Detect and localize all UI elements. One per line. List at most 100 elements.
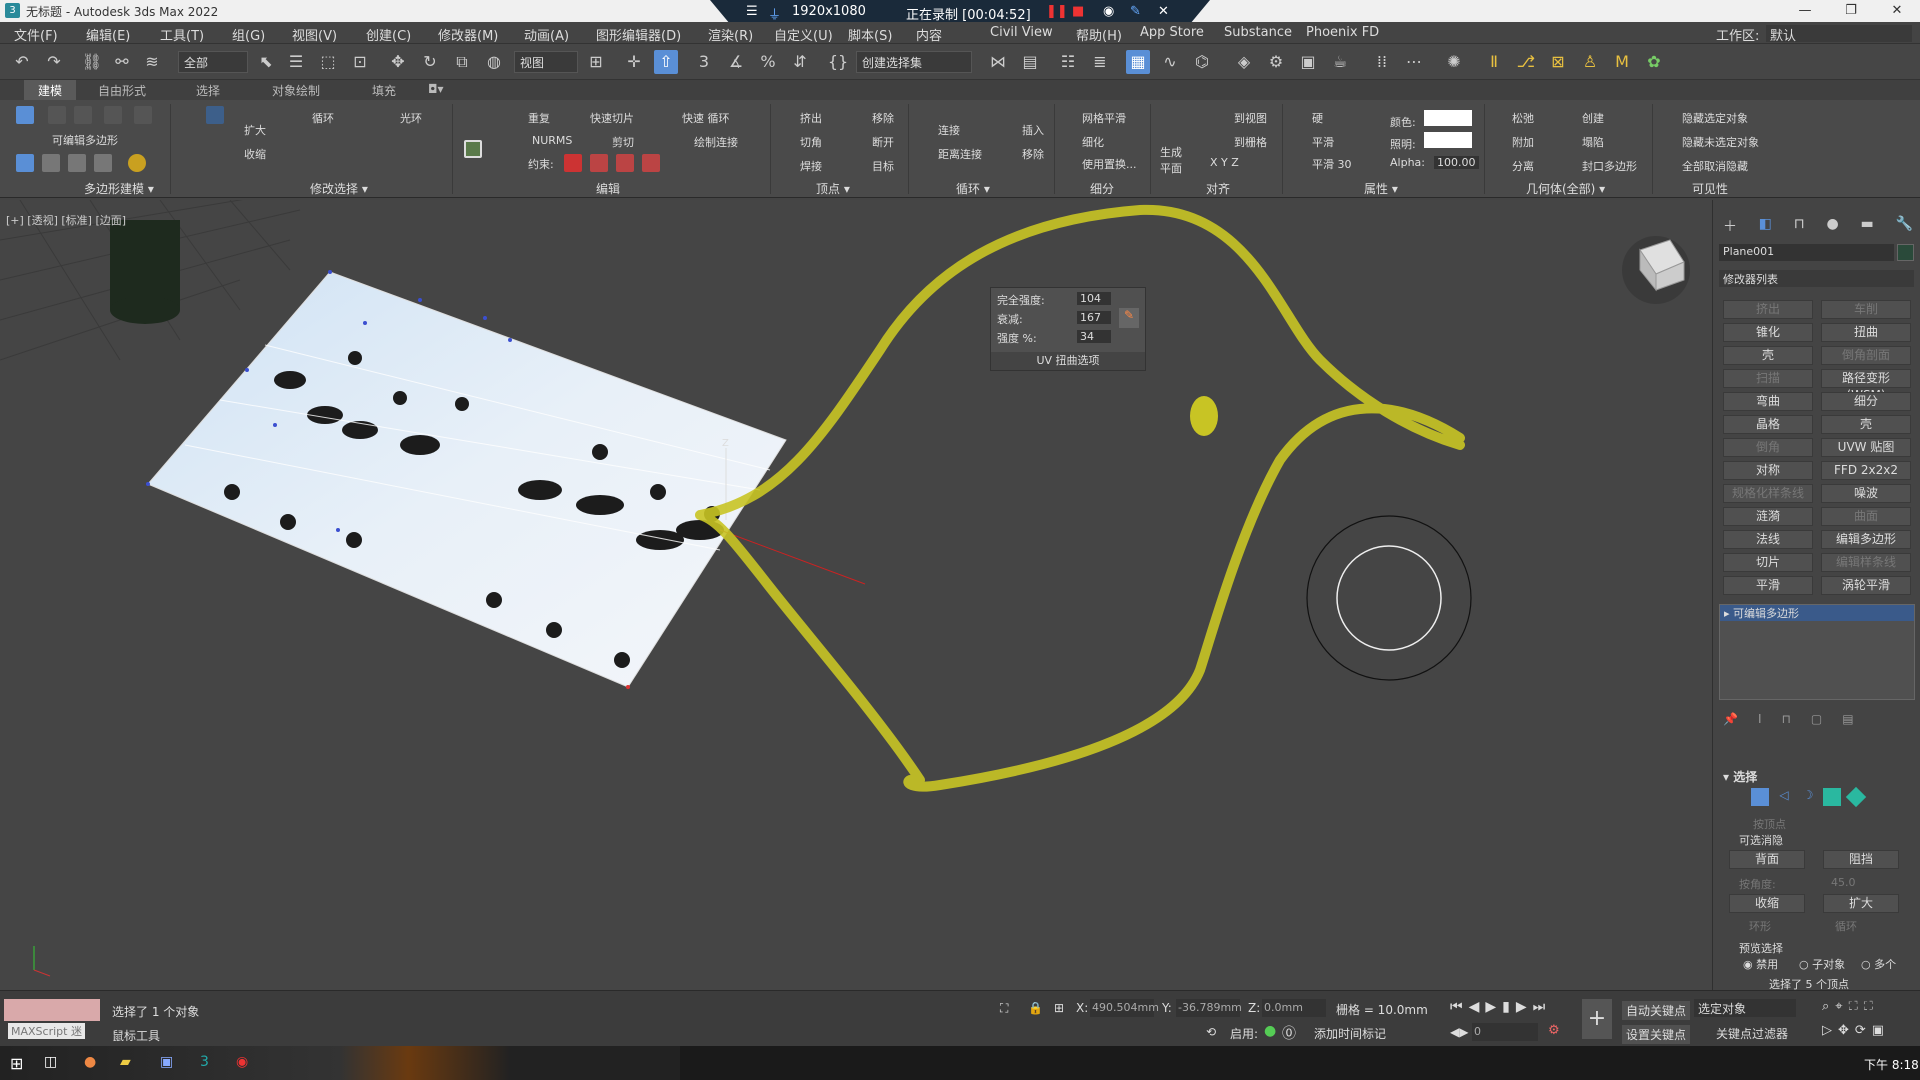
pin-stack-icon[interactable] [68, 154, 86, 172]
modifier-button[interactable]: 涟漪 [1723, 507, 1813, 526]
render-icon[interactable]: ☕ [1328, 50, 1352, 74]
hide-unselected-button[interactable]: 隐藏未选定对象 [1682, 134, 1759, 150]
current-frame-input[interactable]: 0 [1472, 1023, 1538, 1041]
modify-selection-section[interactable]: 修改选择 ▾ [310, 180, 368, 197]
plugin-icon-6[interactable]: ✿ [1642, 50, 1666, 74]
y-coord-input[interactable]: -36.789mm [1176, 999, 1242, 1017]
menu-edit[interactable]: 编辑(E) [86, 25, 130, 44]
alpha-value[interactable]: 100.00 [1434, 156, 1479, 169]
create-tab-icon[interactable]: ＋ [1723, 216, 1737, 236]
menu-graph-editors[interactable]: 图形编辑器(D) [596, 25, 681, 44]
link-icon[interactable]: ⛓ [80, 50, 104, 74]
generate-plane-button[interactable]: 生成 平面 [1160, 144, 1188, 176]
tab-freeform[interactable]: 自由形式 [98, 82, 146, 99]
minimize-button[interactable]: — [1782, 0, 1828, 22]
nav-controls-bottom[interactable]: ▷✥⟳▣ [1822, 1023, 1890, 1038]
pivot-icon[interactable]: ⊞ [584, 50, 608, 74]
redo-icon[interactable]: ↷ [42, 50, 66, 74]
modifier-button[interactable]: 壳 [1821, 415, 1911, 434]
falloff-input[interactable]: 167 [1077, 311, 1111, 324]
lock-icon[interactable]: 🔒 [1028, 1001, 1043, 1015]
render-setup-icon[interactable]: ⚙ [1264, 50, 1288, 74]
chamfer-button[interactable]: 切角 [800, 134, 822, 150]
ribbon-options-icon[interactable]: ◘▾ [428, 82, 444, 96]
perspective-viewport[interactable]: Z [+] [透视] [标准] [边面] 完全强度: 104 衰减: 167 强… [0, 200, 1712, 990]
sel-element-icon[interactable] [1845, 786, 1867, 808]
tab-modeling[interactable]: 建模 [24, 80, 77, 101]
color-swatch[interactable] [1424, 110, 1472, 126]
to-grid-button[interactable]: 到栅格 [1234, 134, 1267, 150]
weld-button[interactable]: 焊接 [800, 158, 822, 174]
menu-content[interactable]: 内容 [916, 25, 942, 44]
playback-controls[interactable]: ⏮◀▶▮▶⏭ [1450, 999, 1551, 1015]
selection-rollout-title[interactable]: ▾ 选择 [1723, 768, 1757, 785]
display-tab-icon[interactable]: ▬ [1861, 216, 1874, 236]
angle-value[interactable]: 45.0 [1831, 876, 1856, 889]
menu-app-store[interactable]: App Store [1140, 25, 1204, 40]
uv-distort-options[interactable]: UV 扭曲选项 [991, 352, 1145, 370]
constraint-edge-icon[interactable] [590, 154, 608, 172]
pin-icon[interactable]: ⏚ [768, 4, 781, 23]
menu-file[interactable]: 文件(F) [14, 25, 58, 44]
window-crossing-icon[interactable]: ⊡ [348, 50, 372, 74]
poly-modeling-section[interactable]: 多边形建模 ▾ [84, 180, 154, 197]
menu-icon[interactable]: ☰ [746, 4, 758, 19]
show-result-icon[interactable]: Ⅰ [1758, 712, 1762, 726]
motion-tab-icon[interactable]: ● [1827, 216, 1839, 236]
modifier-button[interactable]: 切片 [1723, 553, 1813, 572]
bind-spacewarp-icon[interactable]: ≋ [140, 50, 164, 74]
scale-icon[interactable]: ⧉ [450, 50, 474, 74]
ring-button[interactable]: 光环 [400, 110, 422, 126]
modifier-button[interactable]: 扭曲 [1821, 323, 1911, 342]
key-selection-dropdown[interactable]: 选定对象 [1694, 999, 1796, 1017]
edit-named-sel-icon[interactable]: {} [826, 50, 850, 74]
array-icon[interactable]: ⁞⁞ [1370, 50, 1394, 74]
task-view-icon[interactable]: ◫ [44, 1054, 57, 1070]
recorder-task-icon[interactable]: ◉ [236, 1054, 248, 1070]
use-displacement-button[interactable]: 使用置换... [1082, 156, 1137, 172]
to-view-button[interactable]: 到视图 [1234, 110, 1267, 126]
set-key-button[interactable]: 设置关键点 [1622, 1025, 1691, 1044]
ref-coord-dropdown[interactable]: 视图 [514, 51, 578, 73]
modifier-button[interactable]: 倒角剖面 [1821, 346, 1911, 365]
remove-loop-button[interactable]: 移除 [1022, 146, 1044, 162]
utilities-tab-icon[interactable]: 🔧 [1896, 216, 1913, 236]
3dsmax-task-icon[interactable]: 3 [200, 1054, 209, 1070]
relax-button[interactable]: 松弛 [1512, 110, 1534, 126]
align-xyz[interactable]: X Y Z [1210, 156, 1239, 169]
ring-sel-button[interactable]: 环形 [1749, 918, 1771, 934]
modifier-button[interactable]: 倒角 [1723, 438, 1813, 457]
extrude-button[interactable]: 挤出 [800, 110, 822, 126]
angle-snap-icon[interactable]: ∡ [724, 50, 748, 74]
align-icon[interactable]: ▤ [1018, 50, 1042, 74]
loop-button[interactable]: 循环 [312, 110, 334, 126]
time-config-icon[interactable]: ⚙ [1548, 1023, 1560, 1038]
paint-connect-button[interactable]: 绘制连接 [694, 134, 738, 150]
maxscript-label[interactable]: MAXScript 迷 [8, 1023, 85, 1039]
plugin-icon-2[interactable]: ⎇ [1514, 50, 1538, 74]
menu-scripting[interactable]: 脚本(S) [848, 25, 892, 44]
workspace-dropdown[interactable]: 默认 [1766, 25, 1912, 44]
loops-section[interactable]: 循环 ▾ [956, 180, 990, 197]
move-icon[interactable]: ✥ [386, 50, 410, 74]
menu-tools[interactable]: 工具(T) [160, 25, 204, 44]
use-soft-sel-icon[interactable] [94, 154, 112, 172]
tab-populate[interactable]: 填充 [372, 82, 396, 99]
firefox-icon[interactable]: ● [84, 1054, 96, 1070]
select-manipulate-icon[interactable]: ✛ [622, 50, 646, 74]
tab-object-paint[interactable]: 对象绘制 [272, 82, 320, 99]
nurms-button[interactable]: NURMS [532, 134, 572, 147]
stop-icon[interactable]: ■ [1072, 4, 1084, 19]
repeat-button[interactable]: 重复 [528, 110, 550, 126]
modifier-button[interactable]: 挤出 [1723, 300, 1813, 319]
key-filters-button[interactable]: 关键点过滤器 [1716, 1025, 1788, 1042]
modify-mode-icon[interactable] [16, 154, 34, 172]
menu-create[interactable]: 创建(C) [366, 25, 411, 44]
abs-mode-icon[interactable]: ⊞ [1054, 1001, 1064, 1015]
modifier-button[interactable]: UVW 贴图 [1821, 438, 1911, 457]
modifier-button[interactable]: 曲面 [1821, 507, 1911, 526]
schematic-view-icon[interactable]: ⌬ [1190, 50, 1214, 74]
explorer-icon[interactable]: ▰ [120, 1054, 131, 1070]
key-mode-icon[interactable]: ◀▶ [1450, 1025, 1468, 1039]
smooth30-button[interactable]: 平滑 30 [1312, 156, 1352, 172]
